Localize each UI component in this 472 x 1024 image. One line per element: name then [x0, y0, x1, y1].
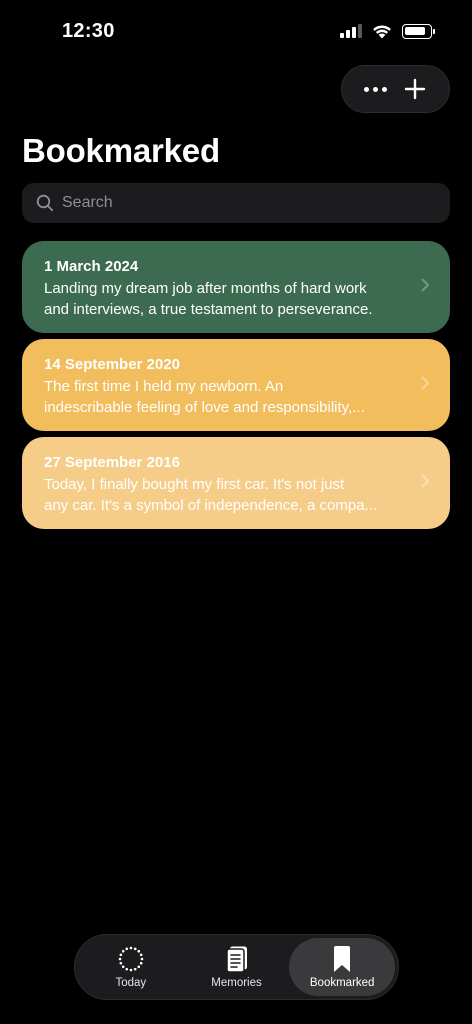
- tab-today[interactable]: Today: [78, 938, 184, 996]
- card-excerpt-line: Landing my dream job after months of har…: [44, 280, 367, 297]
- card-excerpt-line: The first time I held my newborn. An: [44, 378, 284, 395]
- page-title: Bookmarked: [22, 132, 220, 169]
- tab-label: Today: [115, 977, 147, 989]
- wifi-icon: [373, 25, 391, 39]
- status-icons: [340, 23, 435, 39]
- more-button[interactable]: [356, 69, 396, 109]
- battery-icon: [402, 23, 435, 39]
- top-actions: [341, 65, 450, 113]
- card-excerpt: Today, I finally bought my first car. It…: [44, 474, 402, 516]
- dotted-circle-icon: [118, 946, 144, 972]
- status-time: 12:30: [62, 20, 115, 42]
- add-button[interactable]: [396, 69, 436, 109]
- search-bar[interactable]: [22, 183, 450, 223]
- status-bar: 12:30: [0, 0, 472, 64]
- search-input[interactable]: [62, 194, 422, 212]
- card-excerpt: Landing my dream job after months of har…: [44, 278, 402, 320]
- card-excerpt: The first time I held my newborn. An ind…: [44, 376, 402, 418]
- tab-bar: Today Memories Bookmarked: [74, 934, 399, 1000]
- plus-icon: [405, 78, 426, 100]
- card-excerpt-line: indescribable feeling of love and respon…: [44, 399, 365, 416]
- bookmark-card[interactable]: 27 September 2016 Today, I finally bough…: [22, 437, 450, 529]
- search-icon: [36, 194, 54, 212]
- tab-label: Memories: [211, 977, 262, 989]
- cellular-signal-icon: [340, 24, 362, 38]
- tab-label: Bookmarked: [309, 977, 375, 989]
- ellipsis-icon: [364, 86, 388, 92]
- card-excerpt-line: Today, I finally bought my first car. It…: [44, 476, 345, 493]
- card-date: 14 September 2020: [44, 356, 180, 373]
- tab-memories[interactable]: Memories: [184, 938, 290, 996]
- bookmark-card[interactable]: 1 March 2024 Landing my dream job after …: [22, 241, 450, 333]
- screen: 12:30 Bookmarked Search 1 March 2024 Lan…: [0, 0, 472, 1024]
- journal-icon: [225, 946, 247, 973]
- card-date: 1 March 2024: [44, 258, 139, 275]
- card-excerpt-line: any car. It's a symbol of independence, …: [44, 497, 378, 514]
- bookmark-card[interactable]: 14 September 2020 The first time I held …: [22, 339, 450, 431]
- tab-bookmarked[interactable]: Bookmarked: [289, 938, 396, 996]
- chevron-right-icon: [421, 474, 429, 488]
- chevron-right-icon: [421, 278, 429, 292]
- chevron-right-icon: [421, 376, 429, 390]
- bookmark-icon: [334, 946, 351, 972]
- card-date: 27 September 2016: [44, 454, 180, 471]
- bookmarked-list: 1 March 2024 Landing my dream job after …: [22, 241, 450, 535]
- battery-fill: [405, 26, 425, 35]
- card-excerpt-line: and interviews, a true testament to pers…: [44, 301, 373, 318]
